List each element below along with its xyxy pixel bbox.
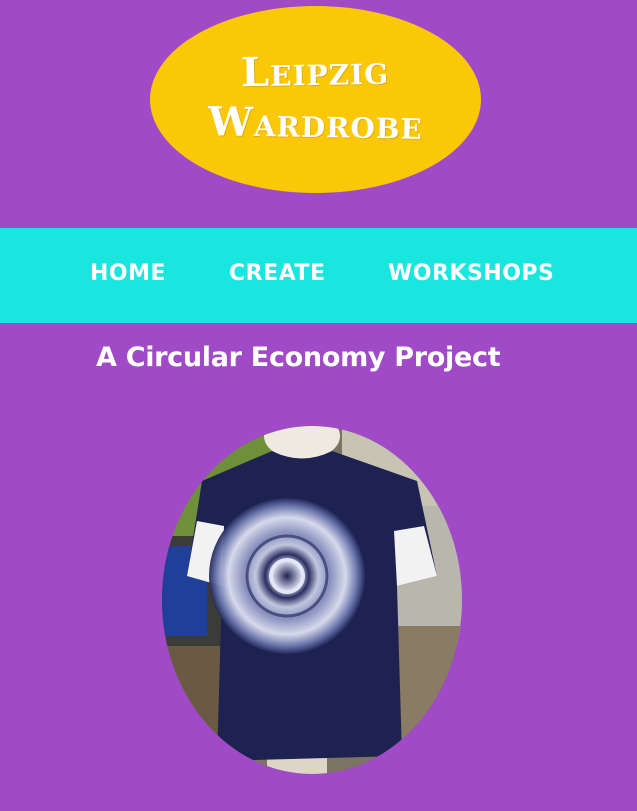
main-navigation: HOME CREATE WORKSHOPS — [0, 228, 637, 323]
logo-line-2: Wardrobe — [207, 97, 424, 149]
page-title: A Circular Economy Project — [96, 342, 501, 373]
tie-dye-shirt-photo — [162, 426, 462, 774]
nav-item-home[interactable]: HOME — [90, 261, 166, 286]
site-header: Leipzig Wardrobe — [0, 0, 637, 228]
logo-line-1: Leipzig — [241, 46, 390, 96]
nav-item-create[interactable]: CREATE — [229, 261, 325, 286]
shirt-illustration — [162, 426, 462, 774]
site-logo[interactable]: Leipzig Wardrobe — [150, 6, 481, 193]
nav-item-workshops[interactable]: WORKSHOPS — [388, 261, 554, 286]
